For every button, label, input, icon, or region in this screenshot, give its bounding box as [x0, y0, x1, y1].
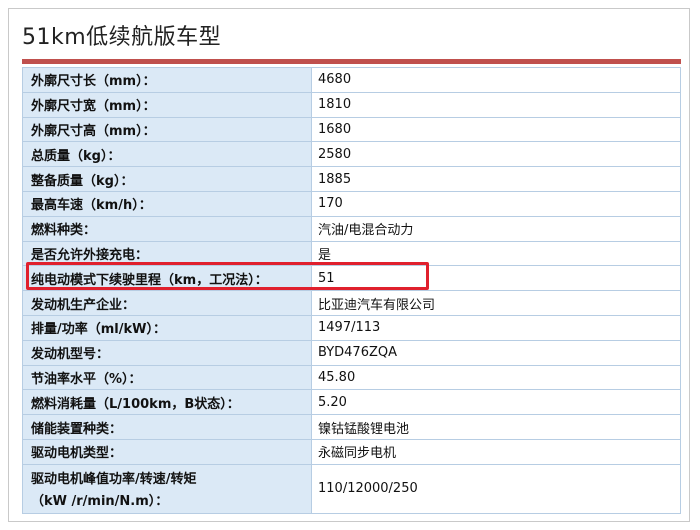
- row-label: 发动机生产企业：: [22, 290, 312, 316]
- row-value: 45.80: [311, 364, 681, 391]
- row-label: 总质量（kg）：: [22, 141, 312, 168]
- row-label: 整备质量（kg）：: [22, 166, 312, 192]
- row-label: 驱动电机类型：: [22, 438, 312, 465]
- row-value: 5.20: [311, 389, 681, 416]
- table-row: 总质量（kg）： 2580: [22, 141, 681, 168]
- table-row: 外廓尺寸高（mm）： 1680: [22, 116, 681, 143]
- row-value: 是: [311, 240, 681, 267]
- table-row: 燃料消耗量（L/100km，B状态）： 5.20: [22, 389, 681, 416]
- row-label: 节油率水平（%）：: [22, 364, 312, 391]
- table-row: 燃料种类： 汽油/电混合动力: [22, 215, 681, 242]
- row-value: 4680: [311, 67, 681, 93]
- row-label: 发动机型号：: [22, 339, 312, 366]
- row-label: 燃料消耗量（L/100km，B状态）：: [22, 389, 312, 416]
- row-value: 1885: [311, 166, 681, 192]
- row-value: 镍钴锰酸锂电池: [311, 414, 681, 440]
- table-row: 发动机生产企业： 比亚迪汽车有限公司: [22, 290, 681, 316]
- table-row: 外廓尺寸宽（mm）： 1810: [22, 91, 681, 118]
- row-label: 外廓尺寸宽（mm）：: [22, 91, 312, 118]
- table-row: 排量/功率（ml/kW）： 1497/113: [22, 314, 681, 341]
- page-title: 51km低续航版车型: [22, 25, 222, 50]
- row-label: 最高车速（km/h）：: [22, 190, 312, 217]
- row-label-line1: 驱动电机峰值功率/转速/转矩: [31, 472, 197, 488]
- row-value: 1680: [311, 116, 681, 143]
- table-row-highlighted: 纯电动模式下续驶里程（km，工况法）： 51: [22, 265, 681, 292]
- row-value: 汽油/电混合动力: [311, 215, 681, 242]
- row-value: 1497/113: [311, 314, 681, 341]
- row-label-line2: （kW /r/min/N.m）：: [31, 494, 169, 510]
- row-label: 储能装置种类：: [22, 414, 312, 440]
- row-label: 外廓尺寸高（mm）：: [22, 116, 312, 143]
- table-row: 整备质量（kg）： 1885: [22, 166, 681, 192]
- row-label: 燃料种类：: [22, 215, 312, 242]
- table-row: 外廓尺寸长（mm）： 4680: [22, 67, 681, 93]
- row-value: 51: [311, 265, 681, 292]
- row-label: 外廓尺寸长（mm）：: [22, 67, 312, 93]
- table-row: 驱动电机峰值功率/转速/转矩 （kW /r/min/N.m）： 110/1200…: [22, 463, 681, 514]
- title-divider: [22, 59, 681, 64]
- table-row: 驱动电机类型： 永磁同步电机: [22, 438, 681, 465]
- table-row: 最高车速（km/h）： 170: [22, 190, 681, 217]
- row-label: 驱动电机峰值功率/转速/转矩 （kW /r/min/N.m）：: [22, 463, 312, 514]
- table-row: 节油率水平（%）： 45.80: [22, 364, 681, 391]
- row-label: 纯电动模式下续驶里程（km，工况法）：: [22, 265, 312, 292]
- row-value: 2580: [311, 141, 681, 168]
- row-value: 1810: [311, 91, 681, 118]
- table-row: 是否允许外接充电： 是: [22, 240, 681, 267]
- spec-table: 外廓尺寸长（mm）： 4680 外廓尺寸宽（mm）： 1810 外廓尺寸高（mm…: [22, 67, 681, 514]
- row-value: BYD476ZQA: [311, 339, 681, 366]
- row-value: 170: [311, 190, 681, 217]
- row-value: 永磁同步电机: [311, 438, 681, 465]
- table-row: 储能装置种类： 镍钴锰酸锂电池: [22, 414, 681, 440]
- row-label: 排量/功率（ml/kW）：: [22, 314, 312, 341]
- table-row: 发动机型号： BYD476ZQA: [22, 339, 681, 366]
- row-value: 比亚迪汽车有限公司: [311, 290, 681, 316]
- row-value: 110/12000/250: [311, 463, 681, 514]
- row-label: 是否允许外接充电：: [22, 240, 312, 267]
